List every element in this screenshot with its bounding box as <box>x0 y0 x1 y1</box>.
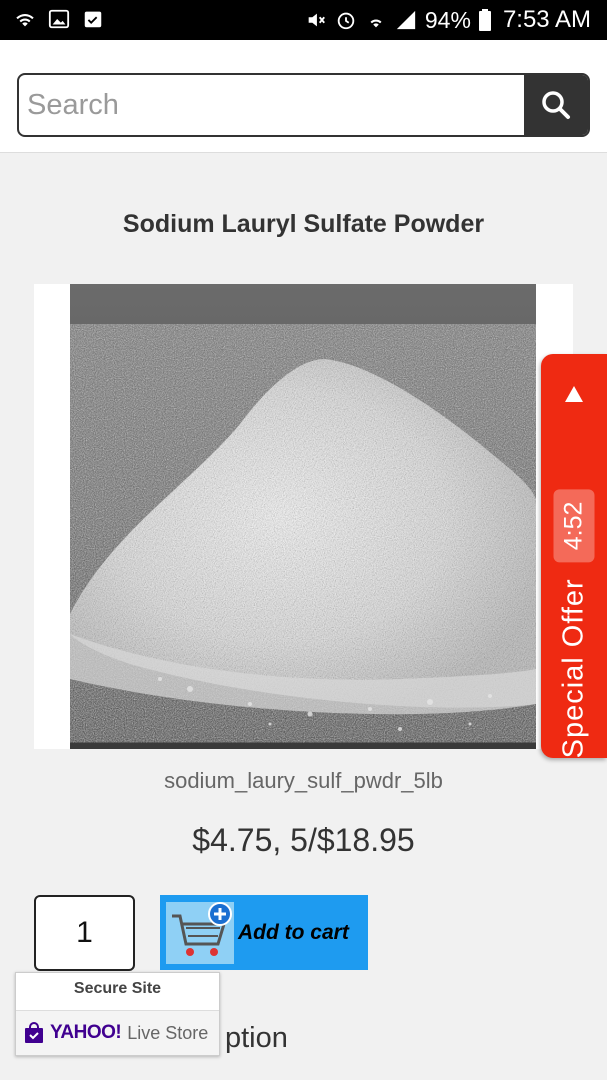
search-bar <box>17 73 590 137</box>
secure-site-badge[interactable]: Secure Site YAHOO! Live Store <box>15 972 220 1056</box>
product-image[interactable] <box>34 284 573 749</box>
description-heading: ption <box>225 1022 288 1054</box>
status-bar: 94% 7:53 AM <box>0 0 607 40</box>
signal-icon <box>396 10 416 30</box>
special-offer-tab[interactable]: Special Offer 4:52 <box>541 354 607 758</box>
add-to-cart-label: Add to cart <box>238 920 349 944</box>
gallery-icon <box>48 9 70 29</box>
special-offer-content: Special Offer 4:52 <box>553 489 595 759</box>
search-button[interactable] <box>524 75 588 135</box>
clock: 7:53 AM <box>502 6 591 33</box>
live-store-label: Live Store <box>127 1022 209 1043</box>
offer-countdown: 4:52 <box>553 489 595 563</box>
product-title: Sodium Lauryl Sulfate Powder <box>122 210 485 238</box>
wifi-call-icon <box>370 19 382 28</box>
mute-icon <box>308 13 325 27</box>
special-offer-label: Special Offer <box>557 578 590 759</box>
wifi-icon <box>16 14 34 27</box>
battery-percent: 94% <box>424 6 471 33</box>
alarm-icon <box>337 12 355 30</box>
powder-photo <box>70 284 536 749</box>
product-price: $4.75, 5/$18.95 <box>192 822 415 858</box>
product-sku: sodium_laury_sulf_pwdr_5lb <box>164 768 443 793</box>
search-icon <box>542 91 570 119</box>
quantity-input[interactable] <box>34 895 135 971</box>
shopping-bag-icon <box>25 1022 43 1043</box>
clipboard-check-icon <box>84 11 102 28</box>
expand-arrow-icon <box>565 386 583 402</box>
secure-site-title: Secure Site <box>16 973 219 1011</box>
add-to-cart-button[interactable]: Add to cart <box>160 895 368 970</box>
search-input[interactable] <box>19 75 526 135</box>
cart-icon <box>166 901 234 964</box>
yahoo-live-store: YAHOO! Live Store <box>16 1011 219 1055</box>
yahoo-logo: YAHOO! <box>50 1022 122 1043</box>
site-header <box>0 40 607 153</box>
battery-icon <box>478 9 491 31</box>
